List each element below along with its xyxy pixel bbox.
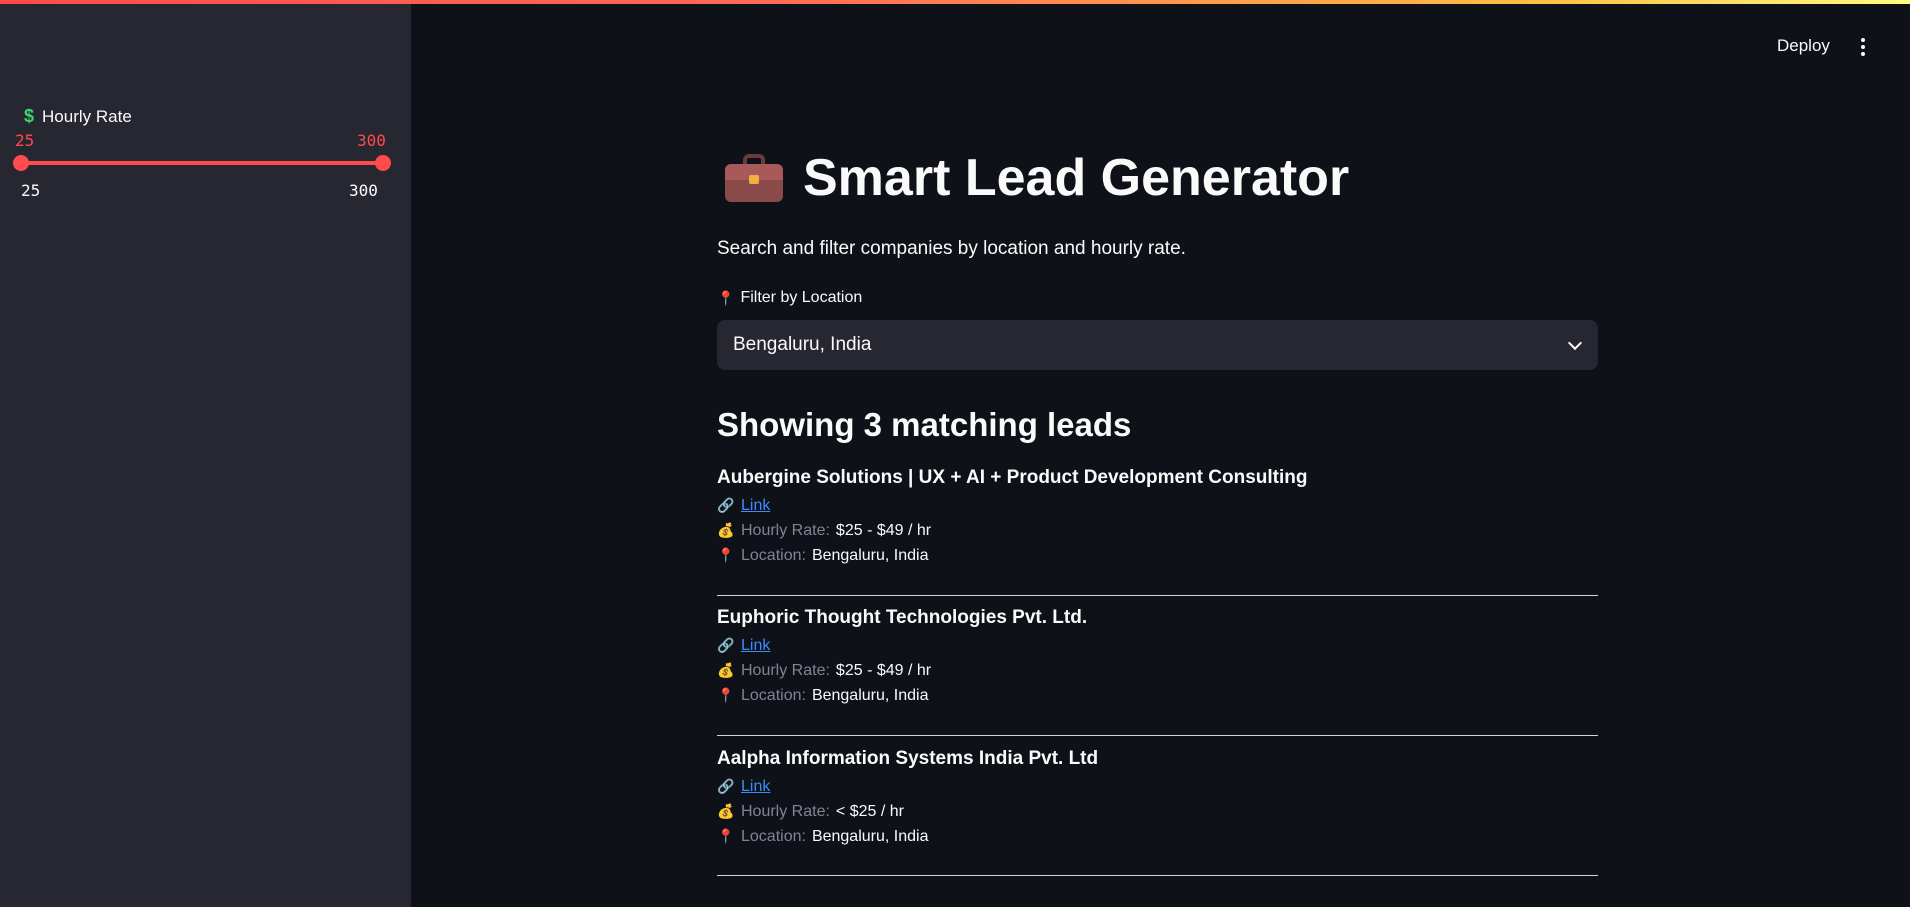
dollar-icon: $ — [24, 106, 35, 126]
lead-divider — [717, 595, 1598, 596]
lead-divider — [717, 735, 1598, 736]
lead-link-row: 🔗 Link — [717, 774, 1598, 799]
lead-rate-value: $25 - $49 / hr — [835, 661, 932, 679]
money-bag-icon: 💰 — [717, 522, 735, 538]
lead-location-value: Bengaluru, India — [811, 827, 929, 845]
hourly-rate-label: $ Hourly Rate — [24, 106, 132, 127]
lead-link-row: 🔗 Link — [717, 633, 1598, 658]
lead-location-value: Bengaluru, India — [811, 546, 929, 564]
menu-dot — [1861, 45, 1865, 49]
pin-icon: 📍 — [717, 289, 735, 306]
main-menu-button[interactable] — [1853, 34, 1873, 60]
lead-rate-label: Hourly Rate: — [741, 802, 830, 820]
menu-dot — [1861, 52, 1865, 56]
location-filter-label: 📍 Filter by Location — [717, 289, 862, 307]
slider-high-thumb[interactable] — [375, 155, 391, 171]
location-select[interactable]: Bengaluru, India — [717, 320, 1598, 370]
lead-rate-row: 💰 Hourly Rate: $25 - $49 / hr — [717, 658, 1598, 683]
slider-high-value: 300 — [357, 131, 386, 150]
link-icon: 🔗 — [717, 778, 735, 794]
lead-name: Euphoric Thought Technologies Pvt. Ltd. — [717, 607, 1088, 628]
page-title-text: Smart Lead Generator — [803, 149, 1350, 207]
lead-location-label: Location: — [741, 546, 806, 564]
hourly-rate-label-text: Hourly Rate — [42, 106, 132, 126]
slider-min-label: 25 — [21, 181, 41, 200]
money-bag-icon: 💰 — [717, 803, 735, 819]
lead-location-row: 📍 Location: Bengaluru, India — [717, 543, 1598, 568]
money-bag-icon: 💰 — [717, 662, 735, 678]
lead-item: Aubergine Solutions | UX + AI + Product … — [717, 467, 1598, 568]
link-icon: 🔗 — [717, 637, 735, 653]
briefcase-icon — [725, 154, 783, 202]
lead-link[interactable]: Link — [741, 637, 770, 655]
deploy-button[interactable]: Deploy — [1777, 36, 1830, 56]
pin-icon: 📍 — [717, 547, 735, 563]
lead-rate-label: Hourly Rate: — [741, 521, 830, 539]
top-decoration-bar — [0, 0, 1910, 4]
lead-link[interactable]: Link — [741, 497, 770, 515]
hourly-rate-slider-track[interactable] — [21, 161, 383, 165]
location-select-value: Bengaluru, India — [733, 334, 872, 355]
pin-icon: 📍 — [717, 828, 735, 844]
lead-location-label: Location: — [741, 827, 806, 845]
lead-rate-value: $25 - $49 / hr — [835, 521, 932, 539]
lead-location-row: 📍 Location: Bengaluru, India — [717, 683, 1598, 708]
location-filter-label-text: Filter by Location — [740, 289, 863, 306]
link-icon: 🔗 — [717, 497, 735, 513]
lead-rate-value: < $25 / hr — [835, 802, 904, 820]
chevron-down-icon — [1567, 335, 1583, 350]
slider-low-value: 25 — [15, 131, 35, 150]
lead-rate-label: Hourly Rate: — [741, 661, 830, 679]
results-heading: Showing 3 matching leads — [717, 406, 1132, 443]
lead-location-label: Location: — [741, 686, 806, 704]
page-title: Smart Lead Generator — [725, 148, 1349, 208]
lead-link-row: 🔗 Link — [717, 493, 1598, 518]
slider-low-thumb[interactable] — [13, 155, 29, 171]
lead-item: Euphoric Thought Technologies Pvt. Ltd. 🔗… — [717, 607, 1598, 708]
pin-icon: 📍 — [717, 687, 735, 703]
page-subtitle: Search and filter companies by location … — [717, 238, 1186, 259]
lead-rate-row: 💰 Hourly Rate: < $25 / hr — [717, 799, 1598, 824]
vertical-dots-icon — [1861, 38, 1865, 42]
lead-link[interactable]: Link — [741, 778, 770, 796]
lead-item: Aalpha Information Systems India Pvt. Lt… — [717, 748, 1598, 849]
lead-divider — [717, 875, 1598, 876]
lead-name: Aubergine Solutions | UX + AI + Product … — [717, 467, 1308, 488]
slider-max-label: 300 — [349, 181, 378, 200]
lead-name: Aalpha Information Systems India Pvt. Lt… — [717, 748, 1099, 769]
sidebar: $ Hourly Rate 25 300 25 300 — [0, 0, 411, 907]
lead-location-value: Bengaluru, India — [811, 686, 929, 704]
lead-rate-row: 💰 Hourly Rate: $25 - $49 / hr — [717, 518, 1598, 543]
lead-location-row: 📍 Location: Bengaluru, India — [717, 824, 1598, 849]
